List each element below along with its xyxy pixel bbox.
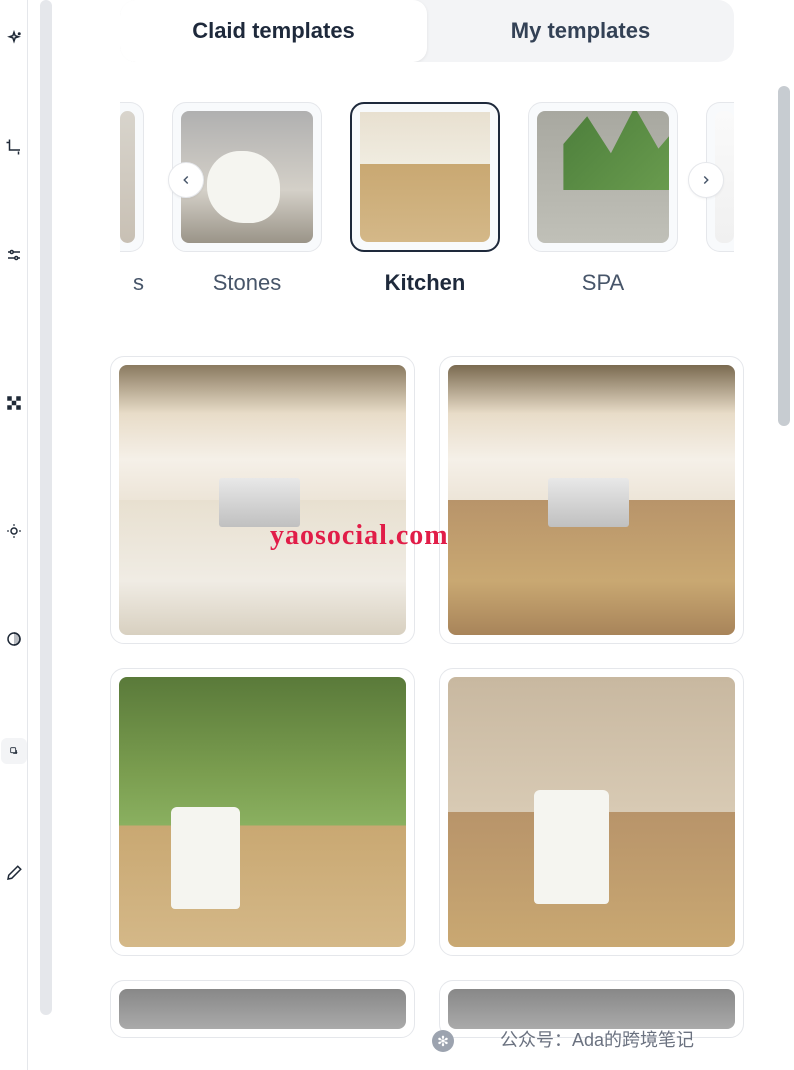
- template-card[interactable]: [110, 980, 415, 1038]
- category-carousel: s Stones Kitchen SPA: [80, 102, 774, 296]
- sidebar: [0, 0, 28, 1070]
- template-card[interactable]: [110, 356, 415, 644]
- add-icon[interactable]: [1, 738, 27, 764]
- template-grid: [80, 356, 774, 1038]
- carousel-prev-button[interactable]: [168, 162, 204, 198]
- wechat-icon: ✻: [432, 1030, 454, 1052]
- scroll-track[interactable]: [40, 0, 52, 1015]
- category-label-partial: s: [120, 270, 144, 296]
- footer-attribution: 公众号：Ada的跨境笔记: [500, 1026, 694, 1052]
- carousel-next-button[interactable]: [688, 162, 724, 198]
- template-image: [119, 989, 406, 1029]
- chevron-right-icon: [699, 173, 713, 187]
- checkerboard-icon[interactable]: [5, 394, 23, 412]
- tab-my-templates[interactable]: My templates: [427, 0, 734, 62]
- crop-icon[interactable]: [5, 138, 23, 156]
- edit-icon[interactable]: [5, 864, 23, 882]
- category-label: Stones: [213, 270, 282, 296]
- template-card[interactable]: [439, 668, 744, 956]
- sparkle-icon[interactable]: [5, 30, 23, 48]
- template-image: [448, 989, 735, 1029]
- kitchen-thumbnail: [360, 112, 490, 242]
- template-tabs: Claid templates My templates: [120, 0, 734, 62]
- spa-thumbnail: [537, 111, 669, 243]
- category-label: SPA: [582, 270, 624, 296]
- template-image: [119, 365, 406, 635]
- category-item-partial-prev[interactable]: [120, 102, 144, 252]
- template-card[interactable]: [439, 356, 744, 644]
- scrollbar-thumb[interactable]: [778, 86, 790, 426]
- template-card[interactable]: [110, 668, 415, 956]
- brightness-icon[interactable]: [5, 522, 23, 540]
- category-item-stones[interactable]: Stones: [172, 102, 322, 296]
- lens-icon[interactable]: [5, 630, 23, 648]
- template-image: [448, 365, 735, 635]
- template-image: [119, 677, 406, 947]
- tab-claid-templates[interactable]: Claid templates: [120, 0, 427, 62]
- chevron-left-icon: [179, 173, 193, 187]
- sliders-icon[interactable]: [5, 246, 23, 264]
- watermark-text: yaosocial.com: [270, 520, 449, 552]
- category-label: Kitchen: [385, 270, 466, 296]
- template-image: [448, 677, 735, 947]
- category-item-spa[interactable]: SPA: [528, 102, 678, 296]
- category-item-kitchen[interactable]: Kitchen: [350, 102, 500, 296]
